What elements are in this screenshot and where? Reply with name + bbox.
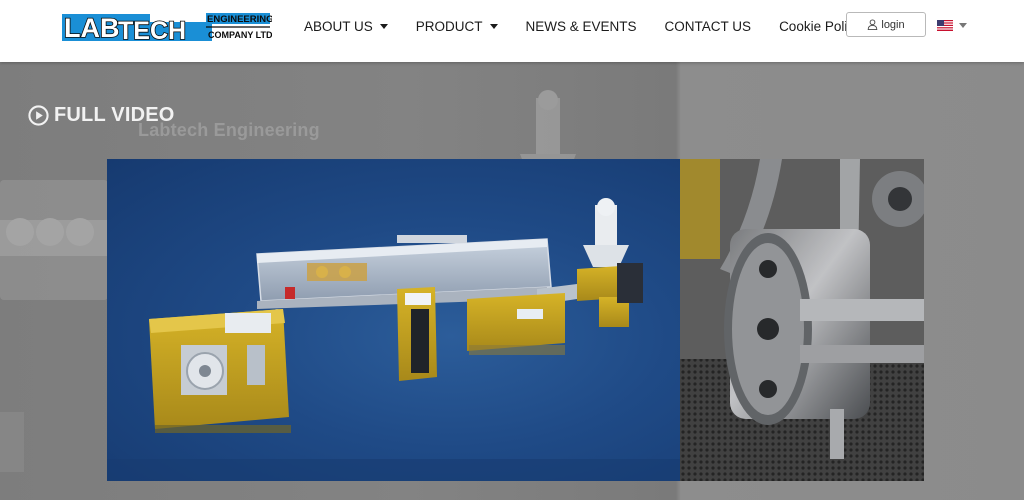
nav-about-us-label: ABOUT US [304,18,373,34]
logo-line-engineering: ENGINEERING [207,14,272,25]
labtech-logo[interactable]: LAB TECH ENGINEERING COMPANY LTD [60,8,272,44]
language-selector[interactable] [937,20,967,31]
caret-down-icon [379,23,388,29]
us-flag-icon [937,20,953,31]
play-circle-icon [28,105,49,126]
nav-news-events-label: NEWS & EVENTS [525,18,637,34]
site-header: LAB TECH ENGINEERING COMPANY LTD ABOUT U… [0,0,1024,62]
logo-line-company: COMPANY LTD [208,30,272,40]
full-video-button[interactable]: FULL VIDEO [28,104,175,127]
user-icon [868,19,878,30]
login-button[interactable]: login [846,12,926,37]
chevron-down-icon [959,23,967,28]
caret-down-icon [489,23,498,29]
extruder-closeup-image [680,159,924,481]
main-nav: ABOUT US PRODUCT NEWS & EVENTS CONTACT U… [290,0,906,52]
logo-word-tech: TECH [118,17,186,44]
logo-word-lab: LAB [64,13,120,43]
nav-product[interactable]: PRODUCT [416,19,498,34]
hero-banner: Labtech Engineering FULL VIDEO [0,62,1024,500]
full-video-label: FULL VIDEO [54,104,175,126]
nav-about-us[interactable]: ABOUT US [304,19,388,34]
extrusion-line-image [107,159,680,481]
nav-contact-us[interactable]: CONTACT US [665,19,752,34]
nav-news-events[interactable]: NEWS & EVENTS [526,19,637,34]
nav-contact-us-label: CONTACT US [664,18,752,34]
nav-product-label: PRODUCT [415,18,483,34]
login-label: login [881,18,905,31]
